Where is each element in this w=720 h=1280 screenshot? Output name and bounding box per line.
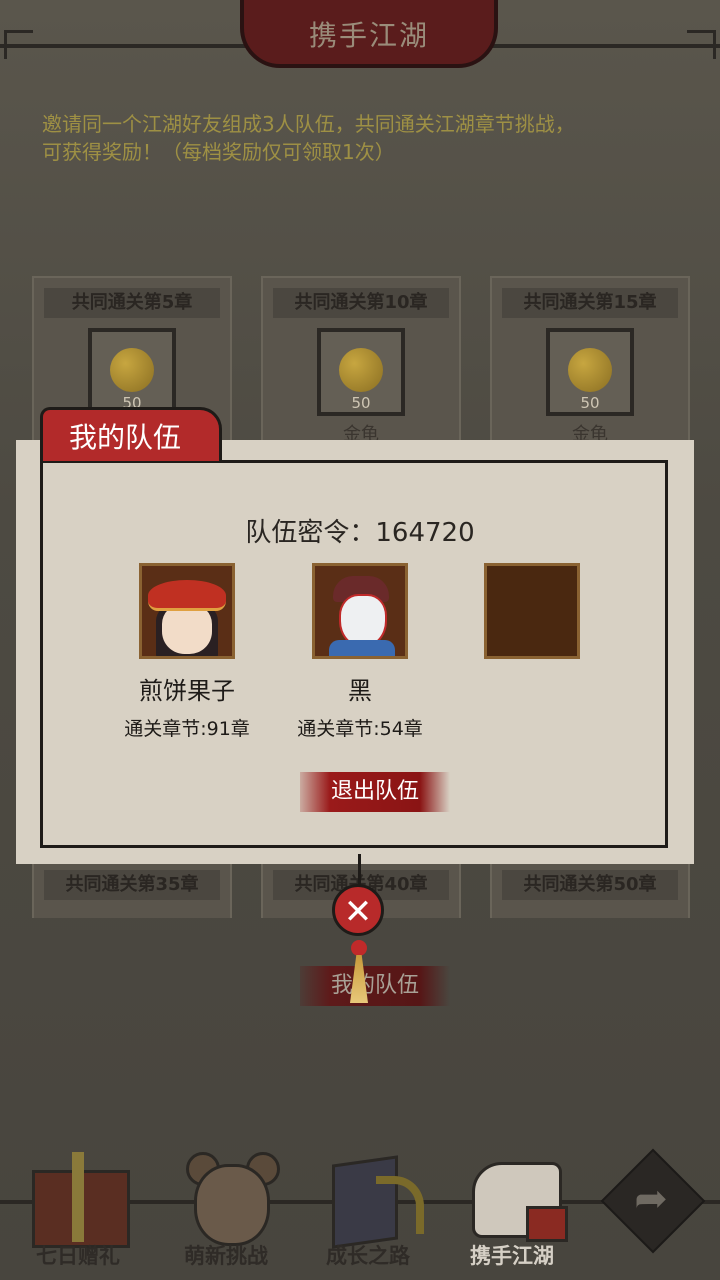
gold-gourd-icon bbox=[568, 348, 612, 392]
reward-count: 50 bbox=[580, 394, 600, 412]
nav-label: 七日赠礼 bbox=[36, 1244, 120, 1268]
close-icon[interactable]: ✕ bbox=[332, 884, 384, 936]
member-name: 黑 bbox=[348, 677, 372, 705]
share-arrow-icon: ➦ bbox=[634, 1176, 668, 1222]
member-chapter: 通关章节:54章 bbox=[297, 718, 423, 740]
gold-gourd-icon bbox=[110, 348, 154, 392]
nav-label: 携手江湖 bbox=[470, 1244, 554, 1268]
reward-count: 50 bbox=[351, 394, 371, 412]
handshake-icon bbox=[462, 1146, 568, 1242]
avatar[interactable] bbox=[139, 563, 235, 659]
reward-item-slot[interactable]: 50 bbox=[317, 328, 405, 416]
avatar[interactable] bbox=[312, 563, 408, 659]
intro-line-1: 邀请同一个江湖好友组成3人队伍，共同通关江湖章节挑战， bbox=[42, 112, 575, 136]
nav-newbie-challenge[interactable]: 萌新挑战 bbox=[156, 1140, 296, 1280]
nav-label: 成长之路 bbox=[326, 1244, 410, 1268]
nav-team-jianghu[interactable]: 携手江湖 bbox=[442, 1140, 582, 1280]
member-name: 煎饼果子 bbox=[139, 677, 235, 705]
hat-shape bbox=[148, 580, 226, 611]
head-shape bbox=[194, 1164, 270, 1246]
gold-gourd-icon bbox=[339, 348, 383, 392]
frame-corner-left bbox=[4, 30, 33, 59]
team-code: 队伍密令：164720 bbox=[0, 512, 720, 549]
reward-item-slot[interactable]: 50 bbox=[546, 328, 634, 416]
gift-ribbon-shape bbox=[72, 1152, 84, 1242]
reward-title: 共同通关第35章 bbox=[44, 870, 220, 900]
reward-title: 共同通关第50章 bbox=[502, 870, 678, 900]
intro-text: 邀请同一个江湖好友组成3人队伍，共同通关江湖章节挑战， 可获得奖励！（每档奖励仅… bbox=[42, 110, 672, 166]
page-title-plaque: 携手江湖 bbox=[240, 0, 498, 68]
team-code-value: 164720 bbox=[375, 518, 475, 548]
nav-seven-day-gift[interactable]: 七日赠礼 bbox=[8, 1140, 148, 1280]
reward-title: 共同通关第10章 bbox=[273, 288, 449, 318]
book-icon bbox=[318, 1146, 424, 1249]
reward-title: 共同通关第15章 bbox=[502, 288, 678, 318]
team-member-2[interactable]: 黑 通关章节:54章 bbox=[270, 563, 450, 741]
dialog-title-tab: 我的队伍 bbox=[40, 407, 222, 461]
team-member-1[interactable]: 煎饼果子 通关章节:91章 bbox=[97, 563, 277, 741]
member-chapter: 通关章节:91章 bbox=[124, 718, 250, 740]
quit-team-button[interactable]: 退出队伍 bbox=[300, 772, 450, 812]
girl-avatar-icon bbox=[176, 1146, 280, 1246]
intro-line-2: 可获得奖励！（每档奖励仅可领取1次） bbox=[42, 140, 395, 164]
body-shape bbox=[329, 640, 395, 656]
reward-item-slot[interactable]: 50 bbox=[88, 328, 176, 416]
reward-card-50[interactable]: 共同通关第50章 bbox=[490, 862, 690, 918]
nav-growth-path[interactable]: 成长之路 bbox=[298, 1140, 438, 1280]
page-title: 携手江湖 bbox=[308, 19, 429, 52]
my-team-button[interactable]: 我的队伍 bbox=[300, 966, 450, 1006]
reward-card-35[interactable]: 共同通关第35章 bbox=[32, 862, 232, 918]
gift-icon bbox=[28, 1146, 130, 1248]
nav-label: 萌新挑战 bbox=[184, 1244, 268, 1268]
reward-card-2[interactable]: 共同通关第10章 50 金龟 bbox=[261, 276, 461, 450]
arrow-curve-shape bbox=[376, 1176, 424, 1234]
reward-title: 共同通关第5章 bbox=[44, 288, 220, 318]
tassel-bead bbox=[351, 940, 367, 956]
empty-avatar-slot[interactable] bbox=[484, 563, 580, 659]
team-code-label: 队伍密令： bbox=[245, 518, 376, 548]
frame-corner-right bbox=[687, 30, 716, 59]
face-shape bbox=[162, 604, 212, 654]
cuff-shape bbox=[526, 1206, 568, 1242]
reward-card-3[interactable]: 共同通关第15章 50 金龟 bbox=[490, 276, 690, 450]
team-member-empty-slot[interactable] bbox=[442, 563, 622, 671]
